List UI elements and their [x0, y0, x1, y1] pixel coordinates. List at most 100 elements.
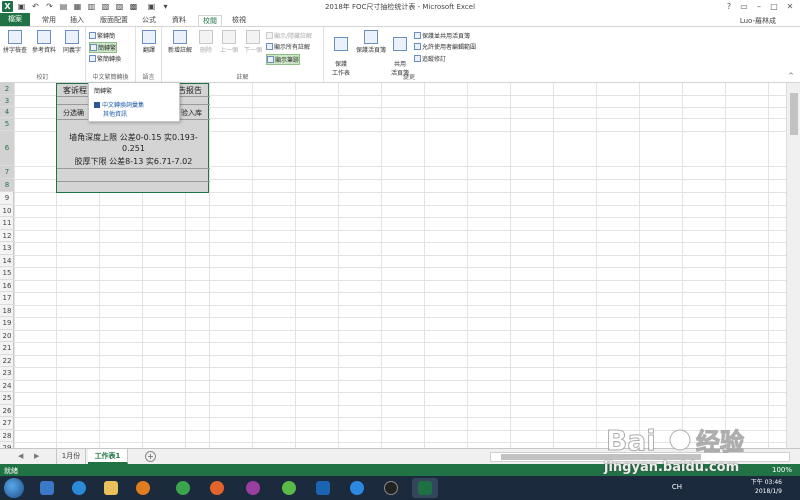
- row-header[interactable]: 10: [0, 205, 14, 217]
- tab-view[interactable]: 檢視: [228, 15, 250, 26]
- row-header[interactable]: 14: [0, 255, 14, 267]
- row-header[interactable]: 19: [0, 317, 14, 330]
- next-comment-button[interactable]: 下一個: [242, 30, 264, 54]
- show-all-comments-label: 顯示所有註解: [274, 44, 311, 51]
- media-player-icon[interactable]: [130, 478, 156, 498]
- row-header[interactable]: 8: [0, 179, 14, 192]
- row-header[interactable]: 6: [0, 131, 14, 166]
- row-header[interactable]: 17: [0, 292, 14, 305]
- protect-workbook-button[interactable]: 保護活頁簿: [354, 30, 388, 54]
- cell-row4-left: 分选确: [63, 109, 84, 117]
- row-header[interactable]: 2: [0, 83, 14, 95]
- help-button[interactable]: ?: [722, 1, 736, 12]
- prev-sheet-icon[interactable]: ◀: [18, 452, 23, 460]
- tab-page-layout[interactable]: 版面配置: [96, 15, 132, 26]
- maximize-button[interactable]: □: [767, 1, 781, 12]
- firefox-icon[interactable]: [204, 478, 230, 498]
- row-header[interactable]: 4: [0, 107, 14, 118]
- collapse-ribbon-icon[interactable]: ^: [788, 72, 794, 80]
- protect-share-button[interactable]: 保護並共用活頁簿: [414, 31, 470, 40]
- row-header[interactable]: 12: [0, 230, 14, 242]
- row-header[interactable]: 20: [0, 330, 14, 342]
- start-button[interactable]: [4, 478, 24, 498]
- media-icon[interactable]: [378, 478, 404, 498]
- ribbon-display-icon[interactable]: ▭: [737, 1, 751, 12]
- tab-data[interactable]: 資料: [168, 15, 190, 26]
- ie-icon[interactable]: [66, 478, 92, 498]
- add-sheet-button[interactable]: +: [145, 451, 156, 462]
- row-header[interactable]: 21: [0, 342, 14, 355]
- vertical-scroll-thumb[interactable]: [790, 93, 798, 135]
- show-all-comments-button[interactable]: 顯示所有註解: [266, 42, 310, 51]
- share-workbook-button[interactable]: 共用 活頁簿: [388, 30, 412, 77]
- close-button[interactable]: ✕: [783, 1, 797, 12]
- wechat-icon[interactable]: [276, 478, 302, 498]
- track-changes-button[interactable]: 追蹤修訂: [414, 54, 446, 63]
- row-header[interactable]: 5: [0, 118, 14, 131]
- to-simplified-button[interactable]: 簡轉繁: [89, 42, 118, 53]
- outlook-icon[interactable]: [310, 478, 336, 498]
- allow-edit-ranges-button[interactable]: 允許使用者編輯範圍: [414, 42, 476, 51]
- grid-row-line: [14, 392, 786, 393]
- thesaurus-button[interactable]: 同義字: [60, 30, 84, 54]
- protect-sheet-button[interactable]: 保護 工作表: [328, 30, 354, 77]
- spelling-button[interactable]: 拼字檢查: [2, 30, 28, 54]
- show-hide-comment-button[interactable]: 顯示/隱藏註解: [266, 31, 312, 40]
- row-header[interactable]: 13: [0, 242, 14, 255]
- research-button[interactable]: 參考資料: [30, 30, 58, 54]
- folder-icon[interactable]: [98, 478, 124, 498]
- ime-indicator[interactable]: CH: [672, 483, 682, 491]
- cells-area[interactable]: 客诉程 告报告 分选确 验入库 墙角深度上限 公差0-0.15 实0.193- …: [14, 83, 786, 448]
- zoom-level[interactable]: 100%: [772, 466, 792, 474]
- vertical-scrollbar[interactable]: [786, 83, 800, 448]
- sheet-tab-sheet1[interactable]: 工作表1: [88, 449, 128, 464]
- row-header[interactable]: 27: [0, 417, 14, 430]
- chrome-icon[interactable]: [170, 478, 196, 498]
- row-header[interactable]: 3: [0, 95, 14, 107]
- clock[interactable]: 下午 03:46 2018/1/9: [751, 478, 782, 496]
- conversion-glossary-item[interactable]: 中文轉換詞彙集: [94, 100, 144, 109]
- next-sheet-icon[interactable]: ▶: [34, 452, 39, 460]
- worksheet-grid[interactable]: 2 3 4 5 6 7 8 9 10 11 12 13 14 15 16 17 18 19 20 21 22 23 24 25…: [0, 83, 800, 448]
- comments-group-label: 註解: [236, 74, 249, 81]
- previous-comment-button[interactable]: 上一個: [218, 30, 240, 54]
- row-header[interactable]: 24: [0, 380, 14, 392]
- glossary-icon: [94, 102, 100, 108]
- row-header[interactable]: 16: [0, 280, 14, 292]
- tab-review[interactable]: 校閱: [198, 15, 222, 26]
- grid-row-line: [14, 329, 786, 331]
- tab-file[interactable]: 檔案: [0, 13, 30, 26]
- row-header[interactable]: 25: [0, 392, 14, 405]
- row-header[interactable]: 7: [0, 166, 14, 179]
- row-header[interactable]: 9: [0, 192, 14, 205]
- translate-button[interactable]: 翻譯: [138, 30, 160, 54]
- edge-icon[interactable]: [344, 478, 370, 498]
- qq-icon[interactable]: [240, 478, 266, 498]
- share-workbook-icon: [393, 37, 407, 51]
- convert-button[interactable]: 繁簡轉換: [89, 54, 121, 63]
- horizontal-scroll-thumb[interactable]: [501, 454, 701, 460]
- grid-row-line: [14, 279, 786, 281]
- horizontal-scrollbar[interactable]: [490, 452, 790, 462]
- row-header[interactable]: 26: [0, 405, 14, 417]
- to-traditional-button[interactable]: 繁轉簡: [89, 31, 115, 40]
- row-header[interactable]: 15: [0, 267, 14, 280]
- excel-taskbar-icon[interactable]: [412, 478, 438, 498]
- grid-row-line: [14, 204, 786, 206]
- tab-home[interactable]: 常用: [38, 15, 60, 26]
- row-header[interactable]: 18: [0, 305, 14, 317]
- sheet-tab-january[interactable]: 1月份: [56, 449, 86, 464]
- tab-formulas[interactable]: 公式: [138, 15, 160, 26]
- minimize-button[interactable]: –: [752, 1, 766, 12]
- user-account[interactable]: Luo-羅林成: [740, 16, 776, 26]
- delete-comment-button[interactable]: 刪除: [196, 30, 216, 54]
- new-comment-button[interactable]: 新增註解: [166, 30, 194, 54]
- row-header[interactable]: 22: [0, 355, 14, 367]
- row-header[interactable]: 11: [0, 217, 14, 230]
- more-info-item[interactable]: 其他資訊: [103, 109, 127, 118]
- taskbar-app-icon[interactable]: [34, 478, 60, 498]
- row-header[interactable]: 28: [0, 430, 14, 442]
- tab-insert[interactable]: 插入: [66, 15, 88, 26]
- row-header[interactable]: 23: [0, 367, 14, 380]
- show-ink-button[interactable]: 顯示筆跡: [266, 54, 301, 65]
